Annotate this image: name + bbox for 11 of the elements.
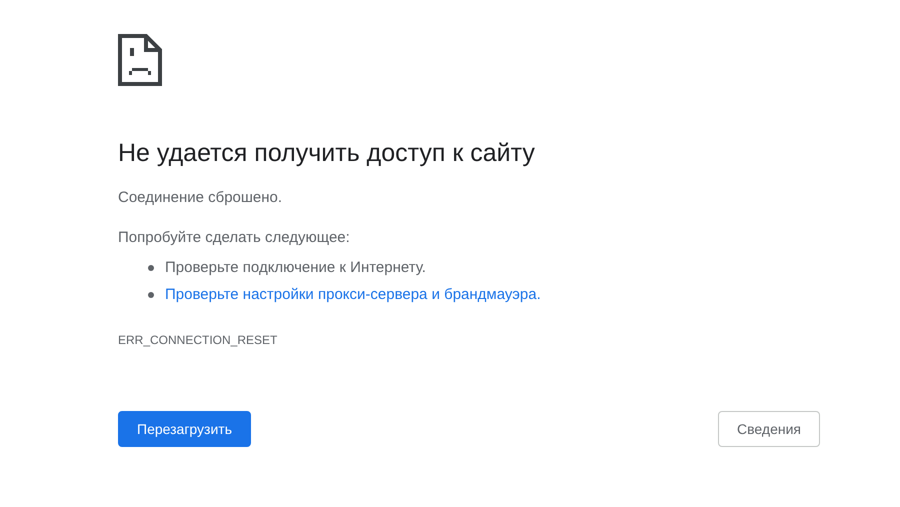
bullet-icon (148, 292, 154, 298)
suggestions-heading: Попробуйте сделать следующее: (118, 228, 350, 248)
suggestion-text: Проверьте подключение к Интернету. (165, 258, 426, 278)
sad-page-icon (118, 34, 162, 86)
error-title: Не удается получить доступ к сайту (118, 138, 535, 168)
error-description: Соединение сброшено. (118, 188, 282, 208)
error-code: ERR_CONNECTION_RESET (118, 333, 278, 347)
details-button[interactable]: Сведения (718, 411, 820, 447)
reload-button[interactable]: Перезагрузить (118, 411, 251, 447)
bullet-icon (148, 265, 154, 271)
settings-link[interactable]: Проверьте настройки прокси-сервера и брандмауэра. (165, 285, 541, 305)
